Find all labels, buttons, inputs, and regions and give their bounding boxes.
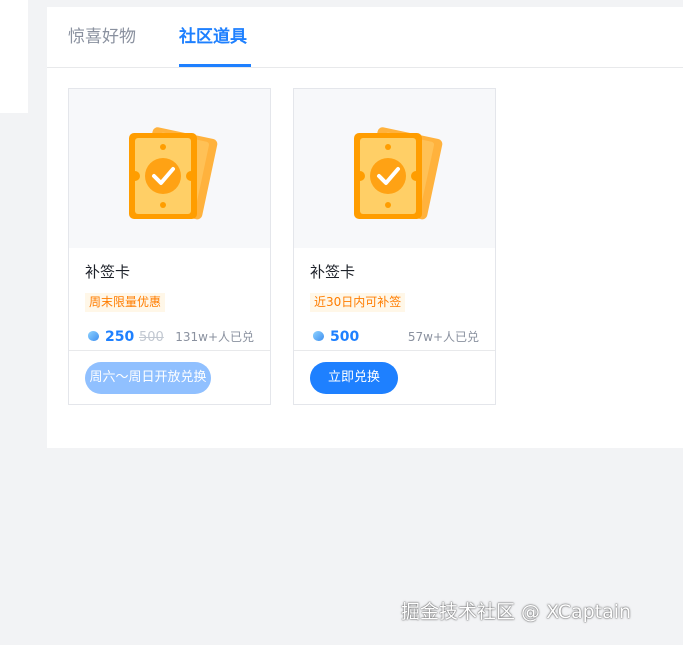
tab-surprise-goods[interactable]: 惊喜好物	[68, 26, 136, 48]
left-panel	[0, 0, 28, 113]
price-row: 250 500 131w+人已兑	[85, 328, 254, 346]
sign-card-icon	[129, 127, 218, 220]
product-image	[294, 89, 495, 248]
ore-icon	[313, 331, 324, 341]
sign-card-icon	[354, 127, 443, 220]
tab-community-props[interactable]: 社区道具	[179, 26, 247, 48]
product-image	[69, 89, 270, 248]
promo-tag: 近30日内可补签	[310, 293, 406, 312]
redeem-button-disabled[interactable]: 周六～周日开放兑换	[85, 362, 211, 394]
product-title: 补签卡	[85, 263, 131, 281]
price: 500	[330, 329, 360, 345]
divider	[294, 350, 495, 351]
product-card[interactable]: 补签卡 近30日内可补签 500 57w+人已兑 立即兑换	[293, 88, 496, 405]
original-price: 500	[139, 330, 164, 345]
price-row: 500 57w+人已兑	[310, 328, 479, 346]
redeem-now-button[interactable]: 立即兑换	[310, 362, 398, 394]
watermark: 掘金技术社区 @ XCaptain	[401, 601, 632, 623]
ore-icon	[88, 331, 99, 341]
shop-panel: 惊喜好物 社区道具 补签卡 周末限量优惠 250 500 131w+人已兑 周六…	[47, 7, 683, 448]
product-card[interactable]: 补签卡 周末限量优惠 250 500 131w+人已兑 周六～周日开放兑换	[68, 88, 271, 405]
sold-count: 131w+人已兑	[175, 330, 254, 344]
divider	[69, 350, 270, 351]
promo-tag: 周末限量优惠	[85, 293, 166, 312]
price: 250	[105, 329, 135, 345]
product-title: 补签卡	[310, 263, 356, 281]
sold-count: 57w+人已兑	[407, 330, 479, 344]
tab-bar: 惊喜好物 社区道具	[47, 7, 683, 68]
active-tab-indicator	[179, 64, 251, 67]
